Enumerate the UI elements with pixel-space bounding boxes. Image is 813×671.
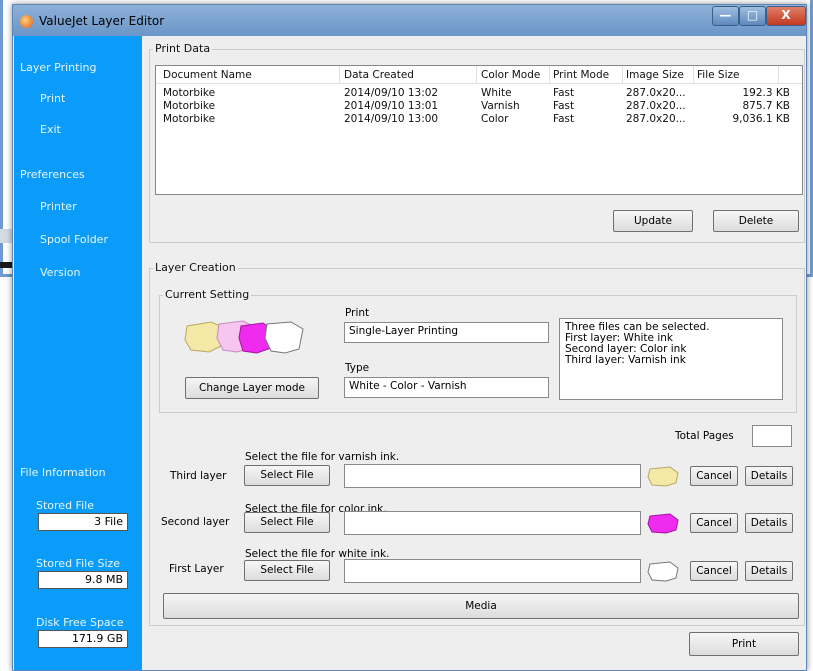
table-row[interactable]: Motorbike 2014/09/10 13:00 Color Fast 28… bbox=[156, 113, 802, 126]
second-layer-cancel-button[interactable]: Cancel bbox=[690, 513, 738, 533]
cell-document-name: Motorbike bbox=[163, 113, 216, 125]
layer-creation-group-label: Layer Creation bbox=[153, 261, 238, 274]
app-icon bbox=[20, 15, 33, 28]
cell-color-mode: White bbox=[481, 87, 512, 99]
third-layer-label: Third layer bbox=[170, 470, 227, 482]
cell-image-size: 287.0x20... bbox=[626, 87, 686, 99]
app-window: ValueJet Layer Editor — □ X Layer Printi… bbox=[12, 4, 807, 671]
cell-document-name: Motorbike bbox=[163, 87, 216, 99]
cell-color-mode: Varnish bbox=[481, 100, 520, 112]
cell-data-created: 2014/09/10 13:02 bbox=[344, 87, 439, 99]
cell-document-name: Motorbike bbox=[163, 100, 216, 112]
sidebar-item-printer[interactable]: Printer bbox=[40, 200, 77, 213]
print-button[interactable]: Print bbox=[689, 632, 799, 656]
table-row[interactable]: Motorbike 2014/09/10 13:02 White Fast 28… bbox=[156, 87, 802, 100]
cell-data-created: 2014/09/10 13:01 bbox=[344, 100, 439, 112]
print-data-group-label: Print Data bbox=[153, 42, 213, 55]
second-layer-label: Second layer bbox=[161, 516, 230, 528]
third-layer-select-file-button[interactable]: Select File bbox=[244, 465, 330, 486]
column-file-size[interactable]: File Size bbox=[697, 69, 739, 81]
first-layer-select-file-button[interactable]: Select File bbox=[244, 560, 330, 581]
second-layer-file-field[interactable] bbox=[344, 511, 641, 535]
media-button[interactable]: Media bbox=[163, 593, 799, 619]
disk-free-space-label: Disk Free Space bbox=[36, 616, 124, 629]
first-layer-thumbnail bbox=[647, 561, 679, 582]
sidebar-item-exit[interactable]: Exit bbox=[40, 123, 61, 136]
sidebar-item-print[interactable]: Print bbox=[40, 92, 65, 105]
table-row[interactable]: Motorbike 2014/09/10 13:01 Varnish Fast … bbox=[156, 100, 802, 113]
column-color-mode[interactable]: Color Mode bbox=[481, 69, 540, 81]
stored-file-value: 3 File bbox=[38, 513, 128, 531]
type-label: Type bbox=[345, 362, 370, 374]
sidebar-item-version[interactable]: Version bbox=[40, 266, 80, 279]
delete-button[interactable]: Delete bbox=[713, 210, 799, 232]
layer-info-note: Three files can be selected. First layer… bbox=[559, 318, 783, 400]
stored-file-label: Stored File bbox=[36, 499, 94, 512]
cell-data-created: 2014/09/10 13:00 bbox=[344, 113, 439, 125]
second-layer-select-file-button[interactable]: Select File bbox=[244, 512, 330, 533]
maximize-button[interactable]: □ bbox=[739, 6, 766, 26]
third-layer-file-field[interactable] bbox=[344, 464, 641, 488]
disk-free-space-value: 171.9 GB bbox=[38, 630, 128, 648]
cell-image-size: 287.0x20... bbox=[626, 113, 686, 125]
stored-file-size-value: 9.8 MB bbox=[38, 571, 128, 589]
file-information-heading: File Information bbox=[20, 466, 106, 479]
second-layer-details-button[interactable]: Details bbox=[745, 513, 793, 533]
update-button[interactable]: Update bbox=[613, 210, 693, 232]
sidebar-section-layer-printing: Layer Printing bbox=[20, 61, 97, 74]
third-layer-cancel-button[interactable]: Cancel bbox=[690, 466, 738, 486]
title-bar[interactable]: ValueJet Layer Editor — □ X bbox=[13, 5, 806, 36]
print-mode-field: Single-Layer Printing bbox=[344, 322, 549, 343]
sidebar: Layer Printing Print Exit Preferences Pr… bbox=[14, 36, 142, 670]
print-label: Print bbox=[345, 307, 370, 319]
third-layer-thumbnail bbox=[647, 466, 679, 487]
note-line: Third layer: Varnish ink bbox=[565, 354, 686, 366]
stored-file-size-label: Stored File Size bbox=[36, 557, 121, 570]
minimize-button[interactable]: — bbox=[712, 6, 739, 26]
total-pages-field[interactable] bbox=[752, 425, 792, 447]
type-field: White - Color - Varnish bbox=[344, 377, 549, 398]
sidebar-section-preferences: Preferences bbox=[20, 168, 85, 181]
cell-image-size: 287.0x20... bbox=[626, 100, 686, 112]
first-layer-cancel-button[interactable]: Cancel bbox=[690, 561, 738, 581]
first-layer-label: First Layer bbox=[169, 563, 224, 575]
cell-file-size: 875.7 KB bbox=[742, 100, 791, 112]
sidebar-item-spool-folder[interactable]: Spool Folder bbox=[40, 233, 108, 246]
cell-print-mode: Fast bbox=[553, 100, 575, 112]
window-title: ValueJet Layer Editor bbox=[39, 14, 165, 28]
layer-preview-image bbox=[184, 320, 304, 354]
third-layer-details-button[interactable]: Details bbox=[745, 466, 793, 486]
third-layer-hint: Select the file for varnish ink. bbox=[245, 451, 400, 463]
current-setting-label: Current Setting bbox=[163, 288, 252, 301]
desktop: ValueJet Layer Editor — □ X Layer Printi… bbox=[0, 0, 813, 671]
cell-print-mode: Fast bbox=[553, 87, 575, 99]
column-data-created[interactable]: Data Created bbox=[344, 69, 414, 81]
cell-file-size: 192.3 KB bbox=[742, 87, 791, 99]
first-layer-details-button[interactable]: Details bbox=[745, 561, 793, 581]
close-button[interactable]: X bbox=[766, 6, 806, 26]
change-layer-mode-button[interactable]: Change Layer mode bbox=[185, 377, 319, 399]
cell-print-mode: Fast bbox=[553, 113, 575, 125]
second-layer-thumbnail bbox=[647, 513, 679, 534]
column-document-name[interactable]: Document Name bbox=[163, 69, 252, 81]
total-pages-label: Total Pages bbox=[675, 430, 734, 442]
list-header: Document Name Data Created Color Mode Pr… bbox=[156, 66, 802, 84]
column-print-mode[interactable]: Print Mode bbox=[553, 69, 609, 81]
cell-file-size: 9,036.1 KB bbox=[732, 113, 790, 125]
print-data-list[interactable]: Document Name Data Created Color Mode Pr… bbox=[155, 65, 803, 195]
column-image-size[interactable]: Image Size bbox=[626, 69, 684, 81]
cell-color-mode: Color bbox=[481, 113, 509, 125]
first-layer-file-field[interactable] bbox=[344, 559, 641, 583]
